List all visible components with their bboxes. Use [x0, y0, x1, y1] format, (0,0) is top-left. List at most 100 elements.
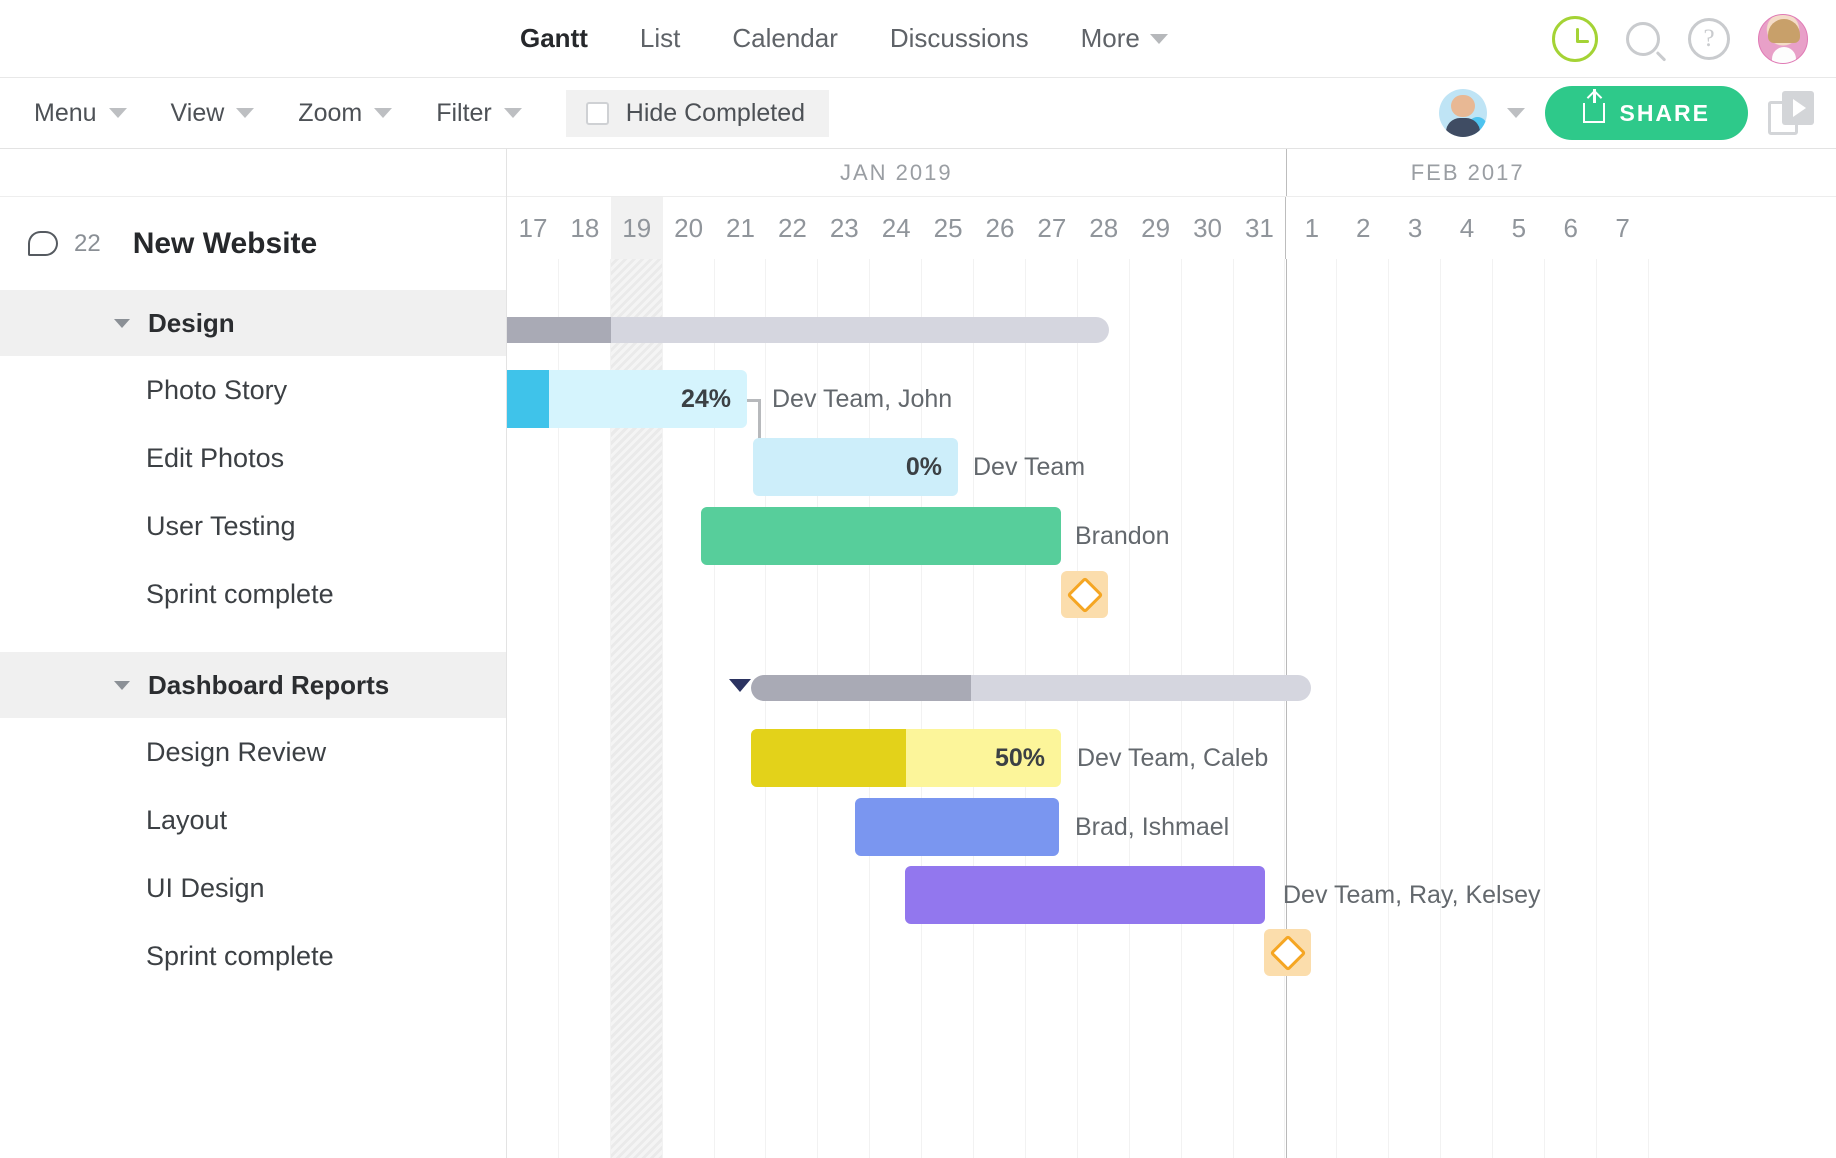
tab-list[interactable]: List: [640, 23, 680, 54]
share-upload-icon: [1583, 103, 1605, 123]
timeline-day-21: 21: [715, 197, 767, 259]
summary-bar-design[interactable]: [507, 317, 1109, 343]
sidebar-group-design[interactable]: Design: [0, 290, 506, 356]
timeline-day-30: 30: [1182, 197, 1234, 259]
chevron-down-icon: [1150, 34, 1168, 44]
gantt-bar-photo-story[interactable]: 24%: [507, 370, 747, 428]
timeline-day-19: 19: [611, 197, 663, 259]
sidebar-item-user-testing[interactable]: User Testing: [0, 492, 506, 560]
comment-bubble-icon: [28, 231, 58, 256]
share-button[interactable]: SHARE: [1545, 86, 1748, 140]
timeline-day-3: 3: [1389, 197, 1441, 259]
timeline-day-22: 22: [766, 197, 818, 259]
gantt-bar-edit-photos[interactable]: 0%: [753, 438, 958, 496]
tab-calendar[interactable]: Calendar: [732, 23, 838, 54]
milestone-sprint-complete-1[interactable]: [1061, 571, 1108, 618]
gantt-bar-design-review[interactable]: 50%: [751, 729, 1061, 787]
collapse-caret-icon[interactable]: [114, 319, 130, 328]
sidebar-item-sprint-complete-2[interactable]: Sprint complete: [0, 922, 506, 990]
timeline-day-31: 31: [1233, 197, 1285, 259]
collapse-caret-icon[interactable]: [114, 681, 130, 690]
clock-icon[interactable]: [1552, 16, 1598, 62]
main-content: 22 New Website Design Photo Story Edit P…: [0, 149, 1836, 1158]
gantt-bars-layer: 24% Dev Team, John 0% Dev Team Brandon: [507, 259, 1836, 1158]
gantt-bar-assignees-user-testing: Brandon: [1075, 522, 1170, 551]
tab-more-label: More: [1081, 23, 1140, 54]
timeline-day-25: 25: [922, 197, 974, 259]
gantt-bar-progress-fill: [507, 370, 549, 428]
tab-more[interactable]: More: [1081, 23, 1168, 54]
play-triangle-icon: [1793, 99, 1806, 117]
sidebar-item-ui-design[interactable]: UI Design: [0, 854, 506, 922]
user-avatar[interactable]: [1758, 14, 1808, 64]
sidebar-item-sprint-complete-1[interactable]: Sprint complete: [0, 560, 506, 628]
filter-dropdown[interactable]: Filter: [436, 99, 522, 128]
milestone-sprint-complete-2[interactable]: [1264, 929, 1311, 976]
zoom-dropdown[interactable]: Zoom: [298, 99, 392, 128]
gantt-bar-progress-label: 0%: [906, 453, 942, 482]
diamond-icon: [1066, 576, 1103, 613]
task-sidebar: 22 New Website Design Photo Story Edit P…: [0, 149, 507, 1158]
top-navigation-bar: Gantt List Calendar Discussions More ?: [0, 0, 1836, 78]
sidebar-gap: [0, 628, 506, 652]
gantt-toolbar: Menu View Zoom Filter Hide Completed SHA…: [0, 78, 1836, 149]
gantt-bar-progress-label: 50%: [995, 744, 1045, 773]
view-dropdown[interactable]: View: [171, 99, 255, 128]
timeline-day-5: 5: [1493, 197, 1545, 259]
gantt-bar-ui-design[interactable]: [905, 866, 1265, 924]
page-title: New Website: [133, 227, 318, 261]
timeline-day-27: 27: [1026, 197, 1078, 259]
sidebar-group-dashboard-reports[interactable]: Dashboard Reports: [0, 652, 506, 718]
tab-discussions[interactable]: Discussions: [890, 23, 1029, 54]
search-icon[interactable]: [1619, 14, 1667, 62]
comment-count: 22: [74, 230, 101, 258]
sidebar-item-photo-story[interactable]: Photo Story: [0, 356, 506, 424]
gantt-bar-progress-label: 24%: [681, 385, 731, 414]
top-nav-actions: ?: [1552, 14, 1808, 64]
diamond-icon: [1269, 934, 1306, 971]
timeline-day-29: 29: [1130, 197, 1182, 259]
month-jan: JAN 2019: [507, 149, 1286, 196]
assignee-avatar[interactable]: [1439, 89, 1487, 137]
hide-completed-toggle[interactable]: Hide Completed: [566, 90, 829, 137]
chevron-down-icon: [374, 108, 392, 118]
month-feb: FEB 2017: [1286, 149, 1649, 196]
presence-dot-icon: [1468, 117, 1487, 136]
timeline-day-24: 24: [870, 197, 922, 259]
menu-dropdown[interactable]: Menu: [34, 99, 127, 128]
gantt-bar-user-testing[interactable]: [701, 507, 1061, 565]
timeline-day-2: 2: [1337, 197, 1389, 259]
gantt-timeline: JAN 2019 FEB 2017 1718192021222324252627…: [507, 149, 1836, 1158]
chevron-down-icon: [236, 108, 254, 118]
group-label: Design: [148, 308, 235, 339]
sidebar-item-edit-photos[interactable]: Edit Photos: [0, 424, 506, 492]
chevron-down-icon: [504, 108, 522, 118]
presentation-icon[interactable]: [1768, 91, 1814, 135]
sidebar-item-layout[interactable]: Layout: [0, 786, 506, 854]
group-label: Dashboard Reports: [148, 670, 389, 701]
gantt-bar-progress-fill: [751, 729, 906, 787]
summary-caret-dashboard-reports[interactable]: [729, 679, 751, 692]
project-row[interactable]: 22 New Website: [0, 197, 506, 290]
timeline-day-20: 20: [663, 197, 715, 259]
timeline-day-7: 7: [1597, 197, 1649, 259]
timeline-day-4: 4: [1441, 197, 1493, 259]
summary-bar-dashboard-reports[interactable]: [751, 675, 1311, 701]
sidebar-item-design-review[interactable]: Design Review: [0, 718, 506, 786]
share-label: SHARE: [1619, 100, 1710, 127]
chevron-down-icon: [109, 108, 127, 118]
help-icon[interactable]: ?: [1688, 18, 1730, 60]
timeline-day-23: 23: [818, 197, 870, 259]
gantt-bar-layout[interactable]: [855, 798, 1059, 856]
tab-gantt[interactable]: Gantt: [520, 23, 588, 54]
assignee-chevron-down-icon[interactable]: [1507, 108, 1525, 118]
timeline-day-26: 26: [974, 197, 1026, 259]
hide-completed-checkbox[interactable]: [586, 102, 609, 125]
gantt-bar-assignees-photo-story: Dev Team, John: [772, 385, 952, 414]
gantt-bar-assignees-ui-design: Dev Team, Ray, Kelsey: [1283, 881, 1541, 910]
timeline-day-17: 17: [507, 197, 559, 259]
sidebar-header-strip: [0, 149, 506, 197]
menu-label: Menu: [34, 99, 97, 128]
timeline-day-header: 1718192021222324252627282930311234567: [507, 197, 1836, 259]
toolbar-actions: SHARE: [1439, 86, 1814, 140]
